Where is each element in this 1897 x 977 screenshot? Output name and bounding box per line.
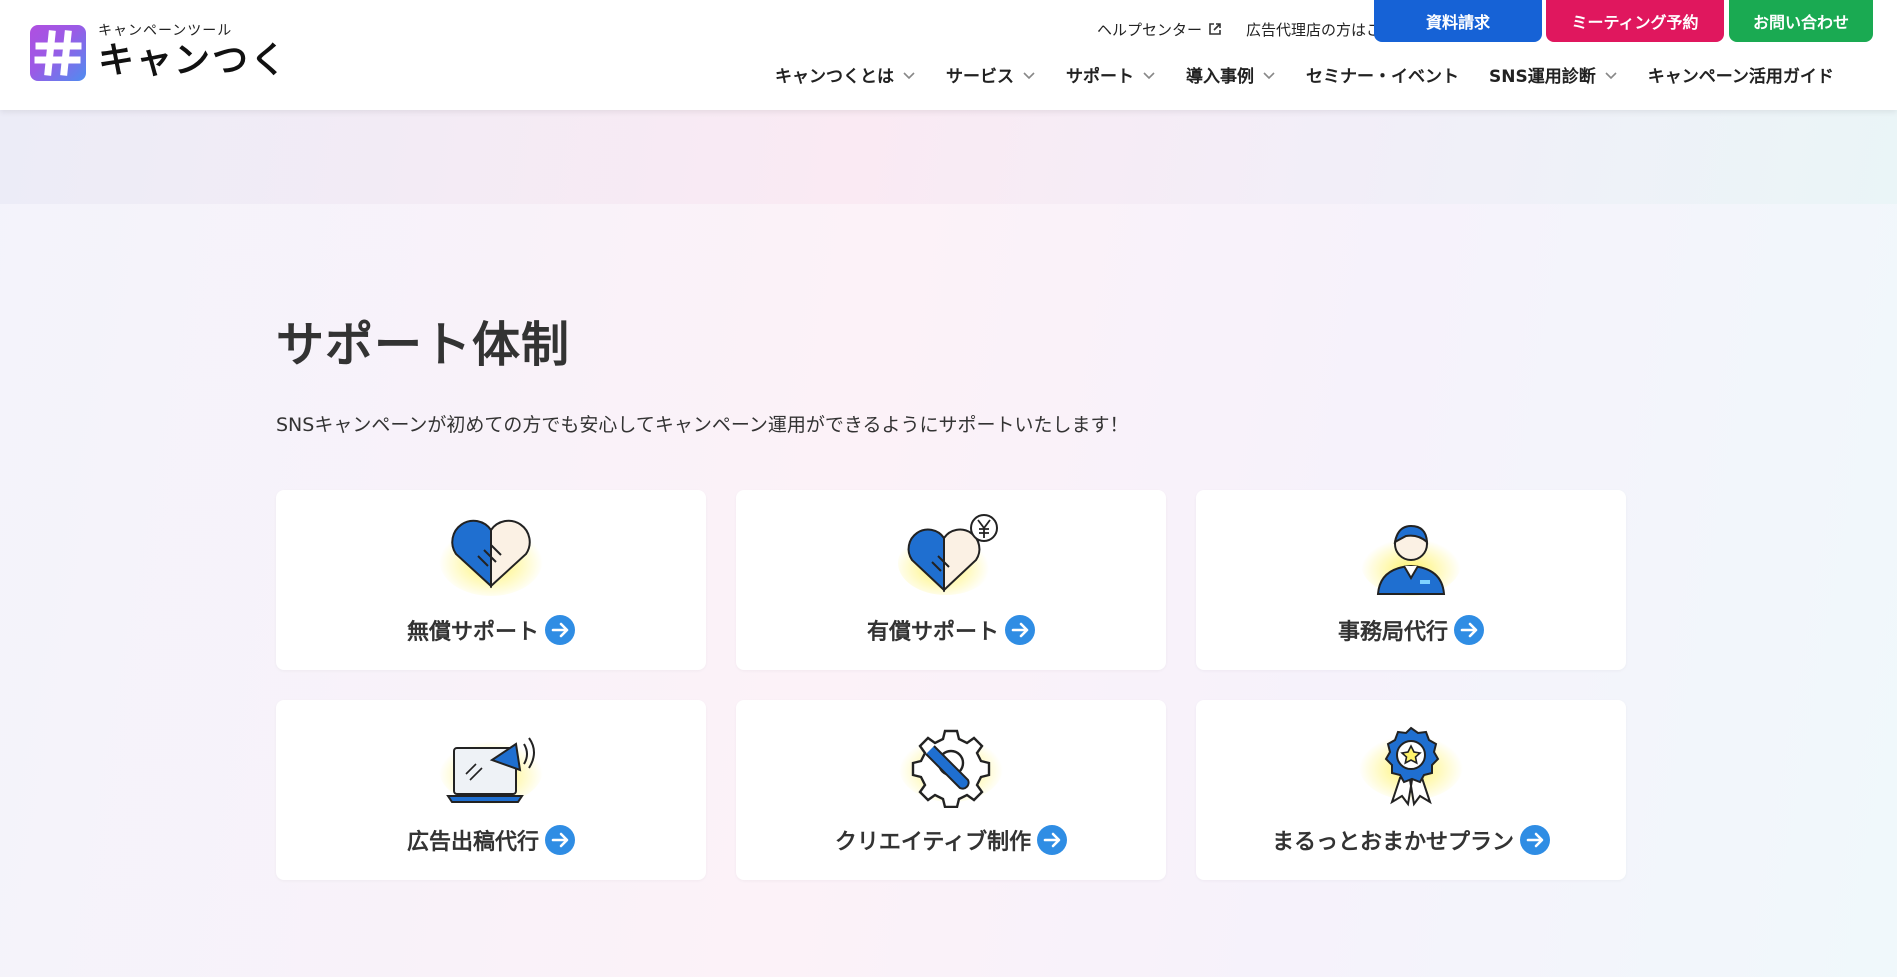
logo-title: キャンつく — [98, 40, 289, 81]
arrow-right-circle-icon — [545, 825, 575, 855]
nav-item-label: セミナー・イベント — [1306, 67, 1459, 87]
hashtag-logo-icon — [30, 25, 86, 81]
support-card-creative[interactable]: クリエイティブ制作 — [736, 700, 1166, 880]
nav-item-label: サービス — [946, 67, 1014, 87]
section-lead: SNSキャンペーンが初めての方でも安心してキャンペーン運用ができるようにサポート… — [276, 414, 1129, 436]
support-card-office-agency[interactable]: 事務局代行 — [1196, 490, 1626, 670]
chevron-down-icon — [1605, 71, 1617, 79]
logo-text: キャンペーンツール キャンつく — [98, 23, 288, 83]
card-label: クリエイティブ制作 — [736, 824, 1166, 856]
card-label-text: 事務局代行 — [1337, 620, 1448, 645]
page: キャンペーンツール キャンつく ヘルプセンター 広告代理店の方はこちら 資料請求… — [0, 0, 1897, 977]
site-logo[interactable]: キャンペーンツール キャンつく — [30, 23, 288, 83]
award-badge-icon — [1359, 726, 1463, 807]
nav-item-label: SNS運用診断 — [1489, 67, 1596, 87]
card-label: 広告出稿代行 — [276, 824, 706, 856]
nav-item-label: サポート — [1066, 67, 1134, 87]
card-label-text: まるっとおまかせプラン — [1271, 830, 1514, 855]
help-center-link[interactable]: ヘルプセンター — [1097, 19, 1222, 40]
support-card-full-service-plan[interactable]: まるっとおまかせプラン — [1196, 700, 1626, 880]
chevron-down-icon — [1143, 71, 1155, 79]
card-label: 有償サポート — [736, 614, 1166, 646]
nav-item-service[interactable]: サービス — [946, 62, 1036, 87]
nav-item-label: キャンペーン活用ガイド — [1647, 67, 1834, 87]
contact-button[interactable]: お問い合わせ — [1729, 0, 1873, 42]
section-title: サポート体制 — [276, 317, 571, 373]
arrow-right-circle-icon — [1520, 825, 1550, 855]
card-label: まるっとおまかせプラン — [1196, 824, 1626, 856]
arrow-right-circle-icon — [1454, 615, 1484, 645]
card-label-text: 有償サポート — [866, 620, 999, 645]
site-header: キャンペーンツール キャンつく ヘルプセンター 広告代理店の方はこちら 資料請求… — [0, 0, 1897, 110]
staff-person-icon — [1361, 524, 1461, 596]
arrow-right-circle-icon — [1037, 825, 1068, 855]
card-label-text: 広告出稿代行 — [406, 830, 539, 855]
support-card-free[interactable]: 無償サポート — [276, 490, 706, 670]
card-label-text: クリエイティブ制作 — [834, 830, 1032, 855]
logo-subtitle: キャンペーンツール — [98, 23, 233, 39]
nav-item-sns-diagnosis[interactable]: SNS運用診断 — [1489, 62, 1618, 87]
handshake-yen-icon — [898, 514, 998, 595]
nav-item-support[interactable]: サポート — [1066, 62, 1156, 87]
support-card-ad-placement[interactable]: 広告出稿代行 — [276, 700, 706, 880]
arrow-right-circle-icon — [1005, 615, 1035, 645]
document-request-button[interactable]: 資料請求 — [1374, 0, 1542, 42]
nav-item-label: 導入事例 — [1186, 67, 1254, 87]
laptop-megaphone-icon — [439, 736, 543, 804]
nav-item-case-studies[interactable]: 導入事例 — [1186, 62, 1276, 87]
help-center-label: ヘルプセンター — [1096, 20, 1202, 39]
support-card-paid[interactable]: 有償サポート — [736, 490, 1166, 670]
card-label-text: 無償サポート — [406, 620, 539, 645]
chevron-down-icon — [1023, 71, 1035, 79]
chevron-down-icon — [1263, 71, 1275, 79]
nav-item-seminar[interactable]: セミナー・イベント — [1306, 62, 1459, 87]
card-label: 無償サポート — [276, 614, 706, 646]
gear-wrench-icon — [899, 729, 1003, 808]
chevron-down-icon — [903, 71, 915, 79]
nav-item-guide[interactable]: キャンペーン活用ガイド — [1648, 62, 1834, 87]
hero-band — [0, 110, 1897, 204]
arrow-right-circle-icon — [545, 615, 575, 645]
nav-item-label: キャンつくとは — [775, 67, 894, 87]
meeting-booking-button[interactable]: ミーティング予約 — [1546, 0, 1724, 42]
nav-item-about[interactable]: キャンつくとは — [775, 62, 916, 87]
handshake-icon — [439, 519, 543, 596]
external-link-icon — [1209, 23, 1221, 35]
global-nav: キャンつくとは サービス サポート 導入事例 セミナー・イベント SNS運用診断 — [775, 62, 1834, 87]
card-label: 事務局代行 — [1196, 614, 1626, 646]
